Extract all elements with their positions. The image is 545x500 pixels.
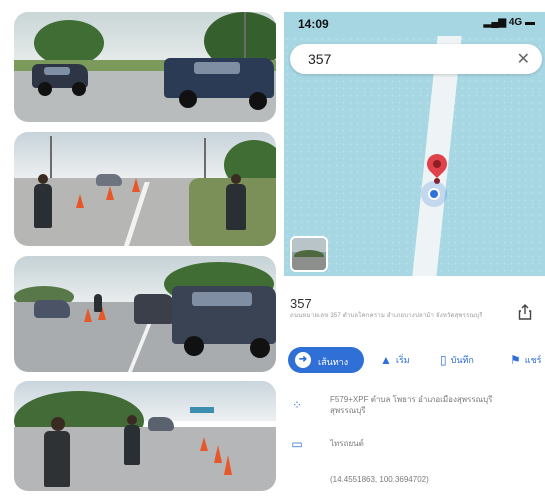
status-bar: 14:09 ▂▄▆ 4G ▬: [284, 12, 545, 36]
save-button[interactable]: ▯ บันทึก: [440, 353, 474, 367]
action-bar: ➜ เส้นทาง ▲ เริ่ม ▯ บันทึก ⚑ แชร์: [284, 344, 545, 374]
start-label: เริ่ม: [395, 355, 410, 365]
start-button[interactable]: ▲ เริ่ม: [380, 353, 410, 367]
more-label: แชร์: [524, 355, 542, 365]
more-button[interactable]: ⚑ แชร์: [510, 353, 542, 367]
place-type-text: ไทรถยนต์: [330, 439, 364, 448]
current-location-icon: [428, 188, 440, 200]
search-input[interactable]: 357: [308, 51, 331, 67]
directions-button[interactable]: ➜ เส้นทาง: [288, 347, 364, 373]
street-view-thumbnail[interactable]: [290, 236, 328, 272]
bookmark-icon: ▯: [440, 353, 447, 367]
search-bar[interactable]: 357 ✕: [290, 44, 542, 74]
status-time: 14:09: [298, 17, 329, 31]
coordinates-text[interactable]: (14.4551863, 100.3694702): [330, 474, 429, 485]
checkpoint-photo-4: [14, 381, 276, 491]
directions-icon: ➜: [295, 352, 311, 368]
navigation-icon: ▲: [380, 353, 392, 367]
flag-icon: ⚑: [510, 353, 521, 367]
share-icon[interactable]: [518, 304, 532, 320]
checkpoint-photo-2: [14, 132, 276, 246]
network-label: 4G: [508, 17, 523, 28]
card-icon: ▭: [291, 437, 303, 451]
place-subtitle: ถนนหมายเลข 357 ตำบลโคกคราม อำเภอบางปลาม้…: [290, 313, 483, 319]
place-title: 357: [290, 296, 312, 311]
plus-code-icon: ⁘: [291, 398, 303, 412]
place-sheet: [284, 276, 545, 500]
checkpoint-photo-1: [14, 12, 276, 122]
status-indicators: ▂▄▆ 4G ▬: [483, 17, 535, 28]
save-label: บันทึก: [450, 355, 474, 365]
close-icon[interactable]: ✕: [517, 49, 530, 69]
map-pin-base: [434, 178, 440, 184]
plus-code-text[interactable]: F579+XPF ตำบล โพธาร อำเภอเมืองสุพรรณบุรี…: [330, 394, 530, 416]
directions-label: เส้นทาง: [318, 357, 349, 367]
checkpoint-photo-3: [14, 256, 276, 372]
